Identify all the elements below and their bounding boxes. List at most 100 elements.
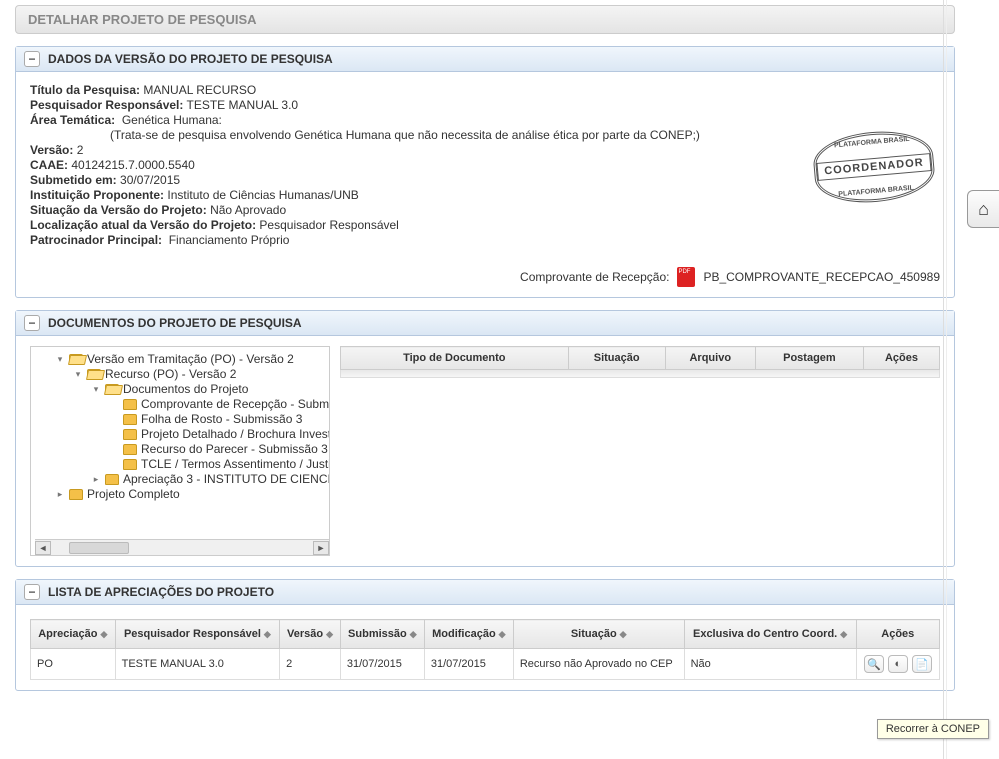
col-submissao[interactable]: Submissão◆ xyxy=(340,620,424,649)
tree-label: Recurso (PO) - Versão 2 xyxy=(105,367,236,381)
page-title: DETALHAR PROJETO DE PESQUISA xyxy=(15,5,955,34)
col-acoes2: Ações xyxy=(856,620,939,649)
label-loc: Localização atual da Versão do Projeto: xyxy=(30,218,256,232)
label-subm: Submetido em: xyxy=(30,173,117,187)
receipt-file-link[interactable]: PB_COMPROVANTE_RECEPCAO_450989 xyxy=(703,270,940,284)
scroll-right-arrow-icon[interactable]: ► xyxy=(313,541,329,555)
sort-icon: ◆ xyxy=(410,629,417,639)
collapse-button-dados[interactable]: − xyxy=(24,51,40,67)
tree-label: Documentos do Projeto xyxy=(123,382,248,396)
tree-horizontal-scrollbar[interactable]: ◄ ► xyxy=(35,539,329,555)
cell-apreciacao: PO xyxy=(31,649,116,680)
label-patr: Patrocinador Principal: xyxy=(30,233,162,247)
pdf-icon[interactable] xyxy=(677,267,695,287)
folder-icon xyxy=(69,489,83,500)
value-loc: Pesquisador Responsável xyxy=(259,218,398,232)
folder-open-icon xyxy=(105,384,119,395)
tree-label: Apreciação 3 - INSTITUTO DE CIENCIAS HU xyxy=(123,472,330,486)
home-tab-button[interactable]: ⌂ xyxy=(967,190,999,228)
cell-submissao: 31/07/2015 xyxy=(340,649,424,680)
label-pesq: Pesquisador Responsável: xyxy=(30,98,183,112)
tree-label: Comprovante de Recepção - Submissão xyxy=(141,397,330,411)
tree-leaf-recurso-parecer[interactable]: Recurso do Parecer - Submissão 3 xyxy=(109,442,328,456)
tree-node-projeto-completo[interactable]: ▸Projeto Completo xyxy=(55,487,180,501)
receipt-label: Comprovante de Recepção: xyxy=(520,270,669,284)
stamp-top: PLATAFORMA BRASIL xyxy=(834,136,910,150)
scroll-left-arrow-icon[interactable]: ◄ xyxy=(35,541,51,555)
tree-leaf-projeto-detalhado[interactable]: Projeto Detalhado / Brochura Investigado xyxy=(109,427,330,441)
tree-leaf-comprovante[interactable]: Comprovante de Recepção - Submissão xyxy=(109,397,330,411)
documents-table: Tipo de Documento Situação Arquivo Posta… xyxy=(340,346,940,370)
panel-aprec-title: LISTA DE APRECIAÇÕES DO PROJETO xyxy=(48,585,274,599)
tree-label: Recurso do Parecer - Submissão 3 xyxy=(141,442,328,456)
stamp-bottom: PLATAFORMA BRASIL xyxy=(838,185,914,199)
label-inst: Instituição Proponente: xyxy=(30,188,164,202)
tree-label: Projeto Completo xyxy=(87,487,180,501)
value-subm: 30/07/2015 xyxy=(120,173,180,187)
folder-icon xyxy=(123,459,137,470)
panel-dados-title: DADOS DA VERSÃO DO PROJETO DE PESQUISA xyxy=(48,52,333,66)
collapse-button-docs[interactable]: − xyxy=(24,315,40,331)
stamp-main: COORDENADOR xyxy=(817,153,932,181)
col-versao[interactable]: Versão◆ xyxy=(280,620,341,649)
col-situacao2[interactable]: Situação◆ xyxy=(513,620,684,649)
label-area: Área Temática: xyxy=(30,113,115,127)
cell-pesq: TESTE MANUAL 3.0 xyxy=(115,649,280,680)
col-postagem[interactable]: Postagem xyxy=(755,347,863,370)
value-area-detail: (Trata-se de pesquisa envolvendo Genétic… xyxy=(110,128,700,142)
documents-table-empty-row xyxy=(340,370,940,378)
tooltip-recorrer-conep: Recorrer à CONEP xyxy=(877,719,989,739)
panel-aprec-header: − LISTA DE APRECIAÇÕES DO PROJETO xyxy=(16,580,954,605)
value-versao: 2 xyxy=(77,143,84,157)
folder-icon xyxy=(123,429,137,440)
col-situacao[interactable]: Situação xyxy=(568,347,665,370)
tree-label: Folha de Rosto - Submissão 3 xyxy=(141,412,302,426)
panel-dados-header: − DADOS DA VERSÃO DO PROJETO DE PESQUISA xyxy=(16,47,954,72)
folder-icon xyxy=(123,414,137,425)
panel-apreciacoes: − LISTA DE APRECIAÇÕES DO PROJETO Apreci… xyxy=(15,579,955,691)
tree-node-documentos-projeto[interactable]: ▾Documentos do Projeto xyxy=(91,382,329,396)
tree-label: Projeto Detalhado / Brochura Investigado xyxy=(141,427,330,441)
col-arquivo[interactable]: Arquivo xyxy=(665,347,755,370)
tree-node-versao-tramitacao[interactable]: ▾Versão em Tramitação (PO) - Versão 2 xyxy=(55,352,329,366)
sort-icon: ◆ xyxy=(326,629,333,639)
tree-leaf-folha-rosto[interactable]: Folha de Rosto - Submissão 3 xyxy=(109,412,302,426)
action-history-button[interactable]: ◐ xyxy=(888,655,908,673)
tree-node-recurso[interactable]: ▾Recurso (PO) - Versão 2 xyxy=(73,367,329,381)
sort-icon: ◆ xyxy=(840,629,847,639)
col-tipo-documento[interactable]: Tipo de Documento xyxy=(341,347,569,370)
col-apreciacao[interactable]: Apreciação◆ xyxy=(31,620,116,649)
scroll-thumb[interactable] xyxy=(69,542,129,554)
value-area: Genética Humana: xyxy=(122,113,222,127)
tree-label: TCLE / Termos Assentimento / Justificati xyxy=(141,457,330,471)
col-acoes[interactable]: Ações xyxy=(864,347,940,370)
value-sit: Não Aprovado xyxy=(210,203,286,217)
tree-node-apreciacao3[interactable]: ▸Apreciação 3 - INSTITUTO DE CIENCIAS HU xyxy=(91,472,330,486)
value-inst: Instituto de Ciências Humanas/UNB xyxy=(167,188,358,202)
action-detail-button[interactable]: 🔍 xyxy=(864,655,884,673)
label-titulo: Título da Pesquisa: xyxy=(30,83,140,97)
cell-exclusiva: Não xyxy=(684,649,856,680)
label-versao: Versão: xyxy=(30,143,73,157)
col-modificacao[interactable]: Modificação◆ xyxy=(424,620,513,649)
folder-open-icon xyxy=(69,354,83,365)
label-sit: Situação da Versão do Projeto: xyxy=(30,203,207,217)
tree-label: Versão em Tramitação (PO) - Versão 2 xyxy=(87,352,294,366)
home-icon: ⌂ xyxy=(978,199,989,220)
value-caae: 40124215.7.0000.5540 xyxy=(71,158,194,172)
collapse-button-aprec[interactable]: − xyxy=(24,584,40,600)
folder-open-icon xyxy=(87,369,101,380)
folder-icon xyxy=(123,399,137,410)
sort-icon: ◆ xyxy=(264,629,271,639)
table-row: PO TESTE MANUAL 3.0 2 31/07/2015 31/07/2… xyxy=(31,649,940,680)
document-tree[interactable]: ▾Versão em Tramitação (PO) - Versão 2 ▾R… xyxy=(30,346,330,556)
col-exclusiva[interactable]: Exclusiva do Centro Coord.◆ xyxy=(684,620,856,649)
panel-docs-title: DOCUMENTOS DO PROJETO DE PESQUISA xyxy=(48,316,302,330)
cell-modificacao: 31/07/2015 xyxy=(424,649,513,680)
col-pesq-resp[interactable]: Pesquisador Responsável◆ xyxy=(115,620,280,649)
panel-dados: − DADOS DA VERSÃO DO PROJETO DE PESQUISA… xyxy=(15,46,955,298)
folder-icon xyxy=(105,474,119,485)
cell-situacao: Recurso não Aprovado no CEP xyxy=(513,649,684,680)
tree-leaf-tcle[interactable]: TCLE / Termos Assentimento / Justificati xyxy=(109,457,330,471)
action-recurso-conep-button[interactable]: 📄 xyxy=(912,655,932,673)
